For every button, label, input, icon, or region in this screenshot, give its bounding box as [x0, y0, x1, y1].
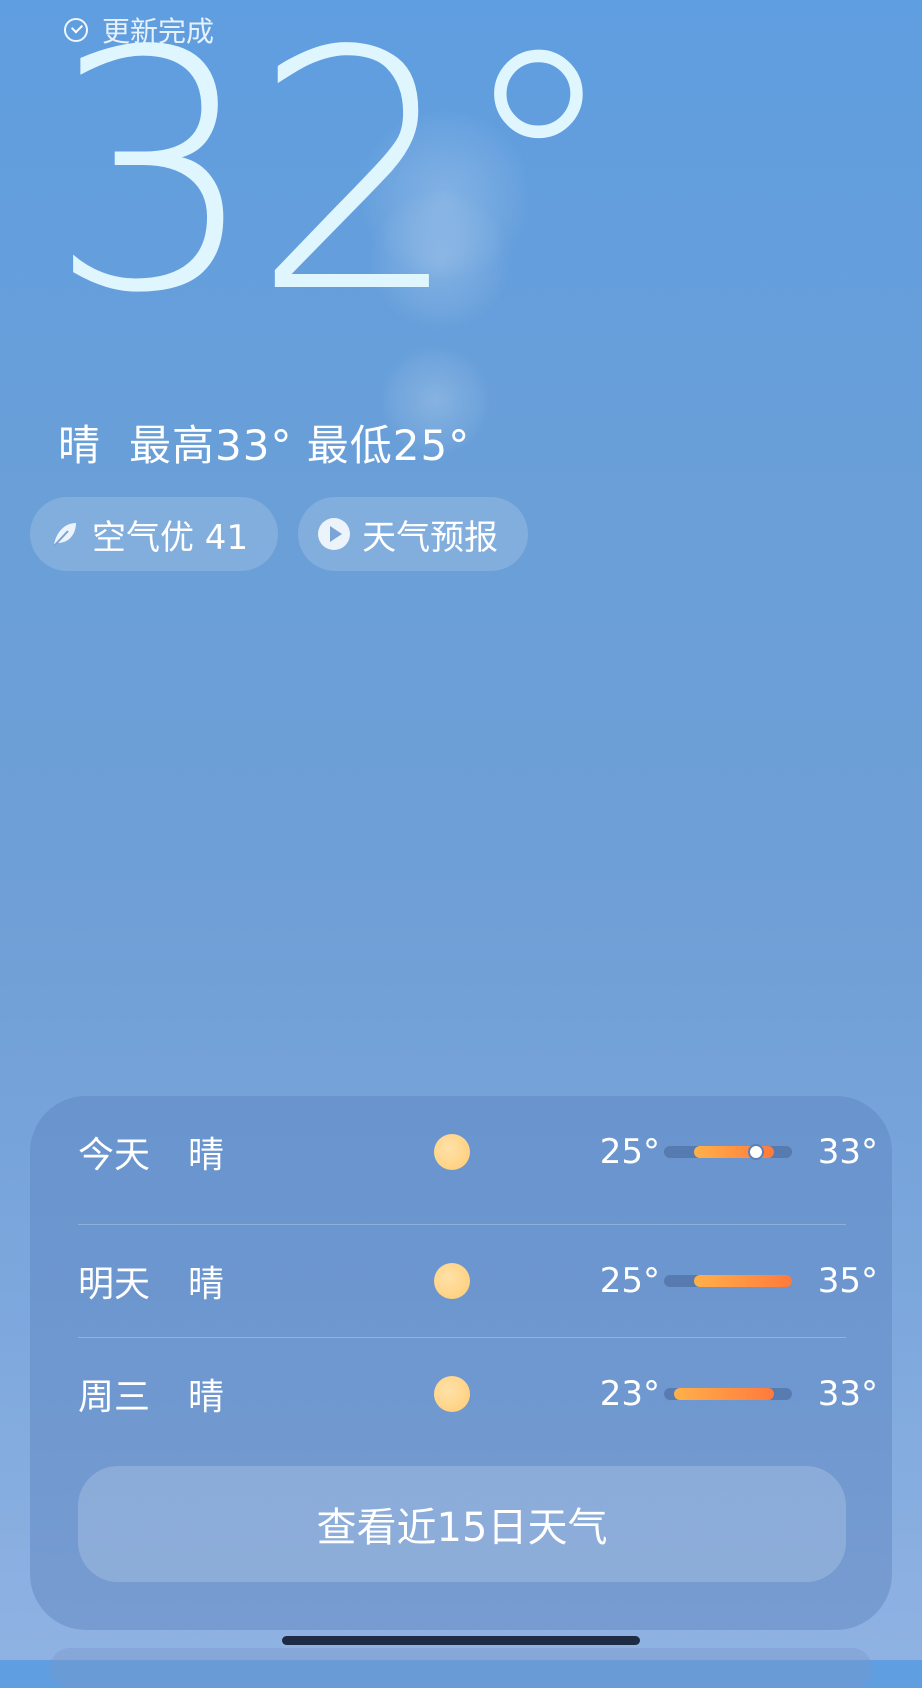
forecast-day: 周三	[78, 1377, 151, 1418]
play-icon	[318, 518, 351, 550]
view-15-day-button[interactable]: 查看近15日天气	[78, 1466, 846, 1582]
sun-icon	[434, 1263, 470, 1299]
temperature-range-bar	[664, 1144, 792, 1160]
forecast-low: 23°	[599, 1374, 660, 1414]
home-indicator[interactable]	[282, 1636, 640, 1645]
forecast-condition: 晴	[188, 1135, 225, 1176]
forecast-row-tomorrow[interactable]: 明天 晴 25° 35°	[78, 1225, 878, 1337]
forecast-high: 35°	[817, 1261, 878, 1301]
high-low-temperature: 最高33° 最低25°	[129, 421, 471, 470]
temperature-range-fill	[674, 1388, 774, 1400]
air-quality-chip[interactable]: 空气优 41	[30, 497, 279, 571]
forecast-card: 今天 晴 25° 33° 明天 晴 25° 35° 周三 晴 23° 33° 查…	[30, 1096, 892, 1630]
forecast-high: 33°	[817, 1132, 878, 1172]
next-card-peek	[50, 1648, 872, 1688]
forecast-low: 25°	[599, 1132, 660, 1172]
forecast-day: 明天	[78, 1264, 151, 1305]
current-temperature: 32°	[48, 0, 621, 365]
forecast-condition: 晴	[188, 1264, 225, 1305]
forecast-low: 25°	[599, 1261, 660, 1301]
sun-icon	[434, 1376, 470, 1412]
weather-forecast-label: 天气预报	[362, 517, 499, 558]
forecast-row-wednesday[interactable]: 周三 晴 23° 33°	[78, 1338, 878, 1450]
temperature-range-bar	[664, 1388, 792, 1400]
weather-summary: 晴 最高33° 最低25°	[58, 412, 470, 473]
forecast-row-today[interactable]: 今天 晴 25° 33°	[78, 1096, 878, 1208]
forecast-condition: 晴	[188, 1377, 225, 1418]
temperature-range-fill	[694, 1275, 792, 1287]
forecast-day: 今天	[78, 1135, 151, 1176]
weather-forecast-chip[interactable]: 天气预报	[298, 497, 529, 571]
forecast-high: 33°	[817, 1374, 878, 1414]
air-quality-label: 空气优 41	[92, 517, 249, 558]
current-temperature-marker	[748, 1144, 764, 1160]
current-condition: 晴	[58, 421, 102, 470]
temperature-range-bar	[664, 1275, 792, 1287]
sun-icon	[434, 1134, 470, 1170]
leaf-icon	[53, 523, 76, 547]
